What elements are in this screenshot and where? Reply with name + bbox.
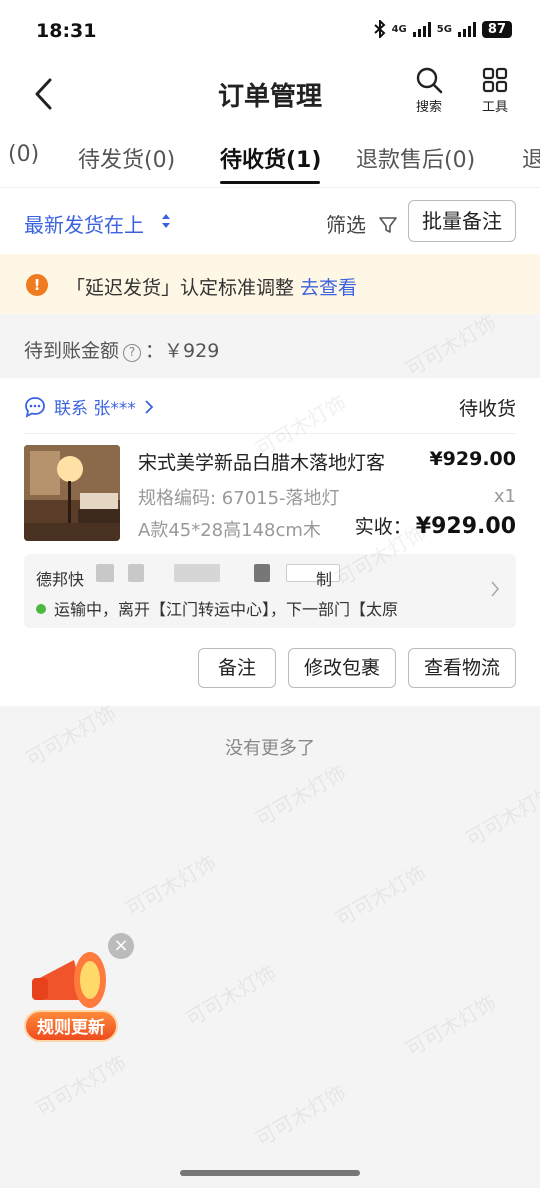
- logistics-suffix: 制: [316, 570, 333, 589]
- pending-amount-value: ：￥929: [145, 340, 220, 362]
- order-tabs: (0) 待发货(0) 待收货(1) 退款售后(0) 退: [0, 126, 540, 188]
- tab-refund[interactable]: 退款售后(0): [356, 142, 475, 174]
- home-indicator[interactable]: [180, 1170, 360, 1176]
- paid-label: 实收：: [354, 516, 412, 538]
- search-button[interactable]: 搜索: [404, 66, 454, 115]
- tab-to-ship[interactable]: 待发货(0): [78, 142, 175, 174]
- help-icon[interactable]: ?: [123, 344, 142, 362]
- product-image: [24, 445, 120, 541]
- network-1-label: 4G: [391, 23, 407, 35]
- notice-link[interactable]: 去查看: [300, 277, 357, 299]
- redacted-block: [254, 564, 270, 582]
- product-name[interactable]: 宋式美学新品白腊木落地灯客: [138, 448, 385, 475]
- promo-label: 规则更新: [24, 1010, 118, 1042]
- paid-value: ¥929.00: [415, 514, 516, 539]
- logistics-panel[interactable]: 德邦快 制 运输中，离开【江门转运中心】，下一部门【太原: [24, 554, 516, 628]
- watermark: 可可木灯饰: [331, 860, 431, 932]
- contact-label: 联系 张***: [54, 399, 136, 419]
- contact-buyer-link[interactable]: 联系 张***: [24, 394, 154, 419]
- product-price: ¥929.00: [429, 448, 516, 470]
- redacted-block: [174, 564, 220, 582]
- product-quantity: x1: [493, 486, 516, 507]
- notice-banner: ! 「延迟发货」认定标准调整 去查看: [0, 254, 540, 314]
- order-card: 联系 张*** 待收货 宋式美学新品白腊木落地灯客 ¥929.00 规格编码: …: [0, 378, 540, 706]
- status-dot-icon: [36, 604, 46, 614]
- logistics-status-text: 运输中，离开【江门转运中心】，下一部门【太原: [54, 600, 399, 619]
- sort-dropdown[interactable]: 最新发货在上: [24, 209, 144, 238]
- watermark: 可可木灯饰: [461, 780, 540, 852]
- view-logistics-button[interactable]: 查看物流: [408, 648, 516, 688]
- filter-label: 筛选: [326, 213, 366, 237]
- paid-amount: 实收： ¥929.00: [355, 512, 516, 539]
- rules-update-promo[interactable]: 规则更新: [22, 940, 122, 1046]
- logistics-carrier: 德邦快: [36, 570, 85, 589]
- tools-label: 工具: [481, 100, 508, 115]
- search-label: 搜索: [415, 100, 442, 115]
- bluetooth-icon: [373, 20, 386, 38]
- tab-more[interactable]: 退: [522, 142, 540, 174]
- product-spec-2: A款45*28高148cm木: [138, 520, 321, 541]
- edit-package-button[interactable]: 修改包裹: [288, 648, 396, 688]
- nav-bar: 订单管理 搜索 工具: [0, 62, 540, 126]
- pending-amount: 待到账金额? ：￥929: [0, 314, 540, 378]
- notice-text: 「延迟发货」认定标准调整: [66, 277, 295, 299]
- tab-all[interactable]: (0): [8, 142, 39, 167]
- redacted-block: [96, 564, 114, 582]
- signal-icon: [412, 21, 431, 37]
- watermark: 可可木灯饰: [181, 960, 281, 1032]
- grid-icon: [482, 67, 508, 93]
- batch-note-button[interactable]: 批量备注: [408, 200, 516, 242]
- no-more-text: 没有更多了: [225, 738, 315, 759]
- watermark: 可可木灯饰: [401, 990, 501, 1062]
- network-2-label: 5G: [436, 23, 452, 35]
- watermark: 可可木灯饰: [121, 850, 221, 922]
- pending-amount-text: 待到账金额? ：￥929: [24, 336, 219, 363]
- notice-text-wrap: 「延迟发货」认定标准调整 去查看: [66, 273, 357, 300]
- status-icons: 4G 5G 87: [373, 20, 512, 38]
- search-icon: [416, 67, 443, 94]
- status-time: 18:31: [36, 20, 97, 42]
- tools-button[interactable]: 工具: [470, 66, 520, 115]
- filter-button[interactable]: 筛选: [326, 209, 398, 238]
- filter-icon: [379, 217, 398, 233]
- active-tab-indicator: [220, 181, 320, 184]
- sort-caret-icon[interactable]: [160, 213, 172, 229]
- watermark: 可可木灯饰: [251, 760, 351, 832]
- watermark: 可可木灯饰: [251, 1080, 351, 1152]
- divider: [24, 433, 516, 434]
- redacted-block: [128, 564, 144, 582]
- chevron-right-icon: [491, 581, 500, 597]
- page-title: 订单管理: [217, 82, 322, 112]
- logistics-status: 运输中，离开【江门转运中心】，下一部门【太原: [36, 596, 486, 620]
- chat-icon: [25, 396, 45, 418]
- watermark: 可可木灯饰: [31, 1050, 131, 1122]
- sort-bar: 最新发货在上 筛选 批量备注: [0, 188, 540, 254]
- status-bar: 18:31 4G 5G 87: [0, 0, 540, 62]
- note-button[interactable]: 备注: [198, 648, 276, 688]
- order-status: 待收货: [458, 398, 516, 420]
- signal-icon-2: [457, 21, 476, 37]
- tab-to-receive[interactable]: 待收货(1): [220, 142, 321, 174]
- product-thumbnail[interactable]: [24, 445, 120, 541]
- warning-icon: !: [26, 274, 48, 296]
- pending-amount-label: 待到账金额: [24, 340, 120, 362]
- chevron-right-icon: [145, 399, 154, 414]
- product-spec: 规格编码: 67015-落地灯: [138, 488, 340, 509]
- battery-icon: 87: [481, 20, 512, 38]
- promo-close-button[interactable]: ×: [108, 933, 134, 959]
